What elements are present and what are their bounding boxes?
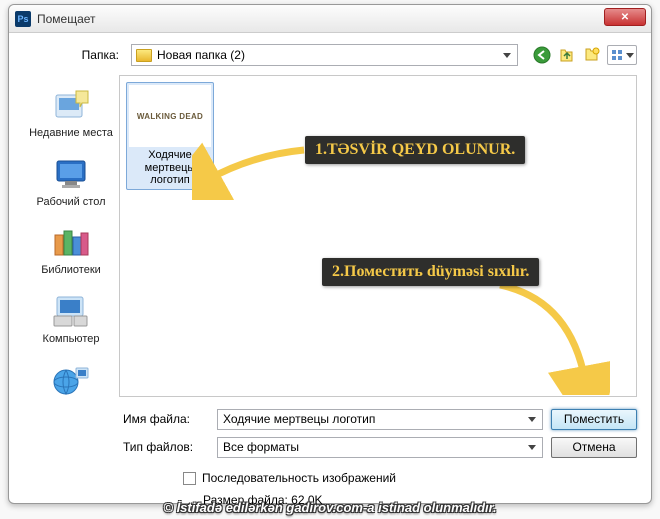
libraries-icon [51,222,91,262]
window-title: Помещает [37,12,96,26]
sidebar-label: Недавние места [29,127,113,140]
sequence-label: Последовательность изображений [202,471,396,485]
sidebar-label: Рабочий стол [36,196,105,209]
filename-label: Имя файла: [123,412,209,426]
place-button[interactable]: Поместить [551,409,637,430]
network-icon [51,360,91,400]
sidebar-item-desktop[interactable]: Рабочий стол [23,148,119,215]
sidebar-item-network[interactable] [23,354,119,408]
sidebar-label: Компьютер [43,333,100,346]
recent-places-icon [51,85,91,125]
sidebar: Недавние места Рабочий стол Библиотеки [23,75,119,397]
annotation-2: 2.Поместить düyməsi sıxılır. [322,258,539,286]
sidebar-label: Библиотеки [41,264,101,277]
combo-arrow-icon [524,411,540,428]
filename-combo[interactable]: Ходячие мертвецы логотип [217,409,543,430]
footer-credit: © İstifadə edilərkən gadirov.com-a istin… [0,500,660,515]
up-icon[interactable] [557,45,577,65]
file-list-area[interactable]: WALKING DEAD Ходячие мертвецы логотип [119,75,637,397]
combo-arrow-icon [524,439,540,456]
desktop-icon [51,154,91,194]
close-button[interactable]: ✕ [604,8,646,26]
path-label: Папка: [67,48,125,62]
view-menu-icon[interactable] [607,45,637,65]
filetype-combo[interactable]: Все форматы [217,437,543,458]
file-thumbnail[interactable]: WALKING DEAD Ходячие мертвецы логотип [126,82,214,190]
sidebar-item-computer[interactable]: Компьютер [23,285,119,352]
dialog-window: Ps Помещает ✕ Папка: Новая папка (2) [8,4,652,504]
folder-icon [136,49,152,62]
filetype-label: Тип файлов: [123,440,209,454]
sequence-checkbox[interactable] [183,472,196,485]
toolbar-icons [532,45,637,65]
thumbnail-label: Ходячие мертвецы логотип [129,149,211,187]
folder-name: Новая папка (2) [157,48,245,62]
computer-icon [51,291,91,331]
titlebar: Ps Помещает ✕ [9,5,651,33]
photoshop-icon: Ps [15,11,31,27]
path-row: Папка: Новая папка (2) [23,41,637,69]
sidebar-item-libraries[interactable]: Библиотеки [23,216,119,283]
filetype-value: Все форматы [223,440,299,454]
bottom-form: Имя файла: Ходячие мертвецы логотип Поме… [23,405,637,507]
filename-value: Ходячие мертвецы логотип [223,412,375,426]
folder-combo[interactable]: Новая папка (2) [131,44,518,66]
combo-arrow-icon [499,46,515,64]
sidebar-item-recent[interactable]: Недавние места [23,79,119,146]
thumbnail-preview: WALKING DEAD [129,85,211,147]
back-icon[interactable] [532,45,552,65]
new-folder-icon[interactable] [582,45,602,65]
annotation-1: 1.TƏSVİR QEYD OLUNUR. [305,136,525,164]
main-area: Недавние места Рабочий стол Библиотеки [23,75,637,397]
cancel-button[interactable]: Отмена [551,437,637,458]
